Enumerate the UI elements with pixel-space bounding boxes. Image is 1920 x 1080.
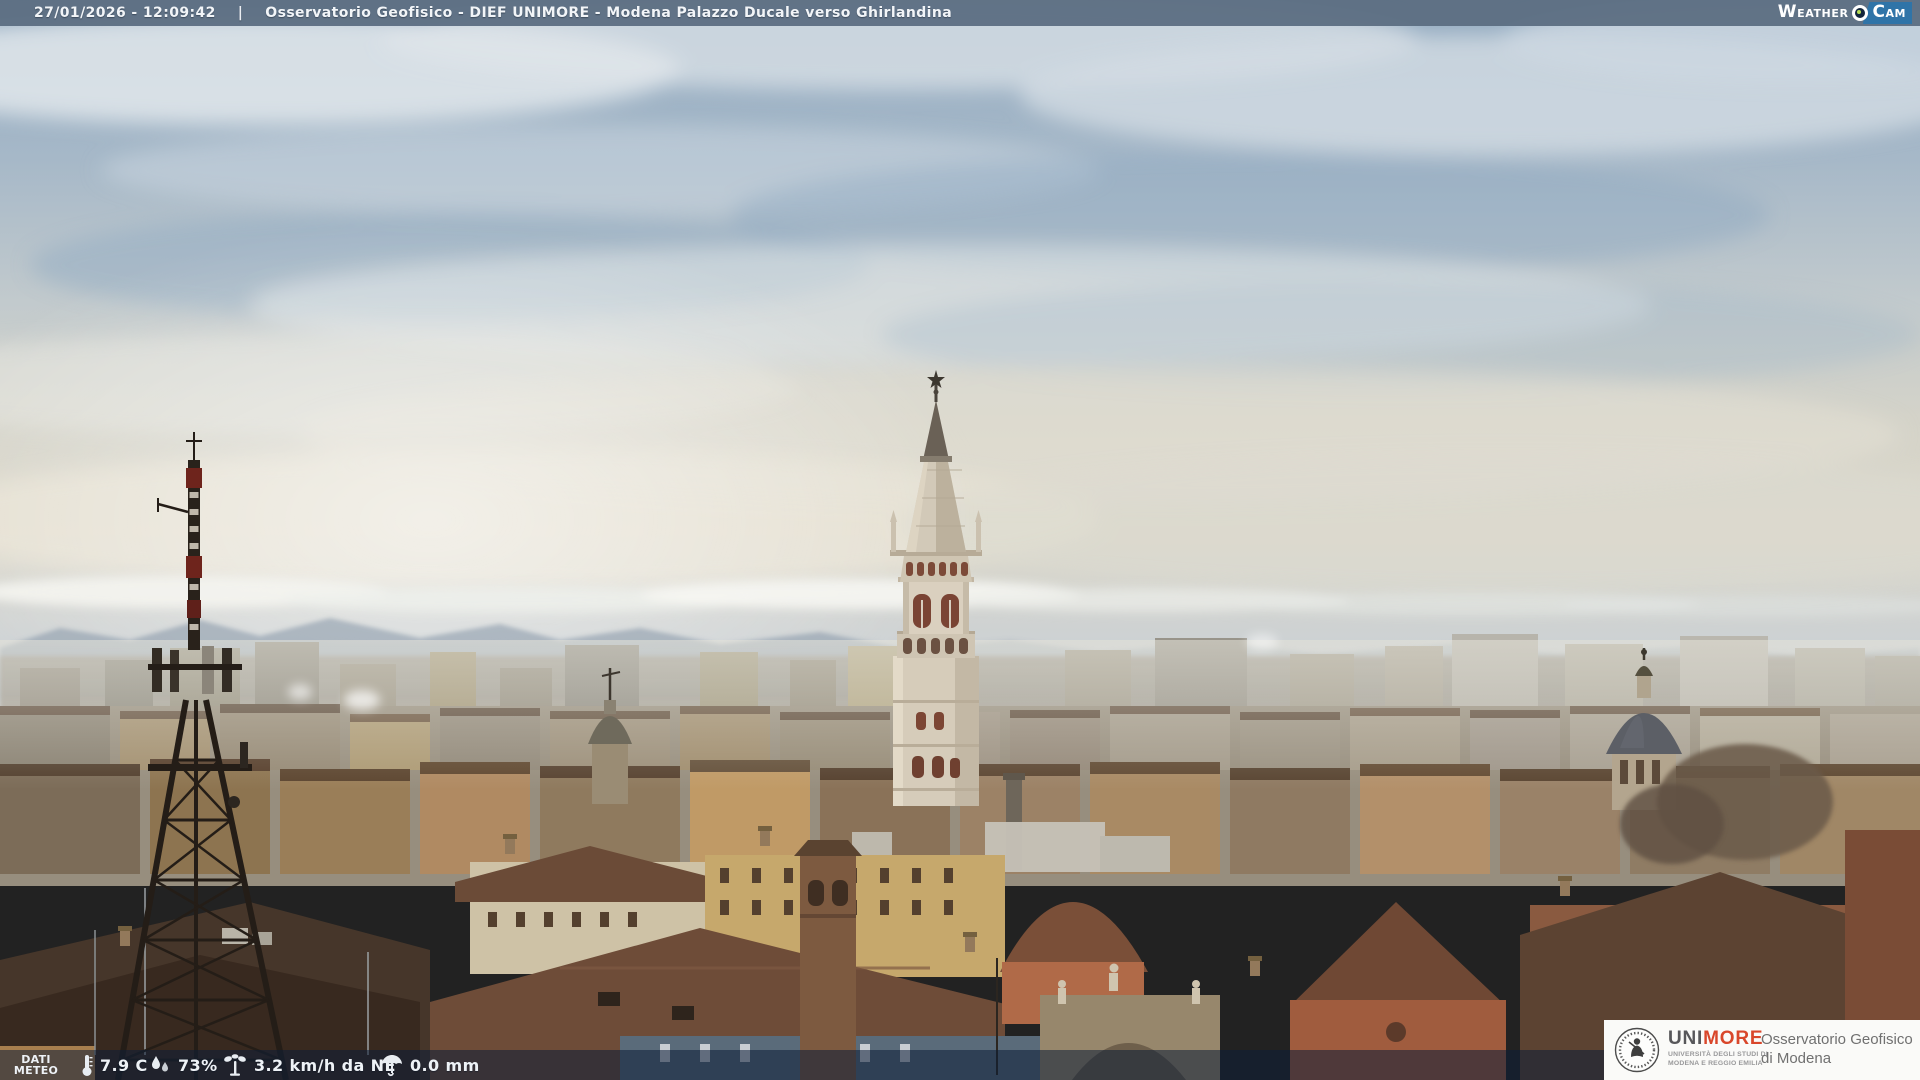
unimore-wordmark: UNIMORE bbox=[1668, 1028, 1764, 1049]
weathercam-logo: WEATHER CAM bbox=[1777, 2, 1912, 24]
humidity-value: 73% bbox=[178, 1055, 218, 1075]
observatory-name: Osservatorio Geofisico di Modena bbox=[1761, 1031, 1913, 1067]
separator: | bbox=[237, 5, 244, 21]
temperature-value: 7.9 C bbox=[100, 1055, 148, 1075]
bell-tower bbox=[794, 840, 862, 1080]
camera-lens-icon bbox=[1851, 5, 1868, 21]
precipitation-readout: 0.0 mm bbox=[380, 1050, 480, 1080]
wind-value: 3.2 km/h da NE bbox=[254, 1055, 396, 1075]
webcam-frame: 27/01/2026 - 12:09:42 | Osservatorio Geo… bbox=[0, 0, 1920, 1080]
thermometer-icon bbox=[80, 1053, 94, 1077]
timestamp: 27/01/2026 - 12:09:42 bbox=[34, 5, 216, 21]
precipitation-value: 0.0 mm bbox=[410, 1055, 480, 1075]
umbrella-icon bbox=[380, 1053, 404, 1077]
unimore-subtitle: UNIVERSITÀ DEGLI STUDI DI MODENA E REGGI… bbox=[1668, 1051, 1768, 1067]
unimore-seal-icon bbox=[1614, 1027, 1660, 1073]
top-bar-text: 27/01/2026 - 12:09:42 | Osservatorio Geo… bbox=[0, 5, 952, 21]
unimore-logo-panel: UNIMORE UNIVERSITÀ DEGLI STUDI DI MODENA… bbox=[1604, 1020, 1920, 1080]
anemometer-icon bbox=[222, 1053, 248, 1077]
top-bar: 27/01/2026 - 12:09:42 | Osservatorio Geo… bbox=[0, 0, 1920, 26]
temperature-readout: 7.9 C bbox=[80, 1050, 148, 1080]
weathercam-weather-word: WEATHER bbox=[1777, 2, 1849, 22]
weather-data-label: DATI METEO bbox=[13, 1053, 59, 1077]
droplets-icon bbox=[148, 1054, 172, 1076]
webcam-view bbox=[0, 0, 1920, 1080]
humidity-readout: 73% bbox=[148, 1050, 218, 1080]
weathercam-cam-word: CAM bbox=[1862, 2, 1912, 24]
wind-readout: 3.2 km/h da NE bbox=[222, 1050, 396, 1080]
camera-title: Osservatorio Geofisico - DIEF UNIMORE - … bbox=[265, 5, 953, 21]
